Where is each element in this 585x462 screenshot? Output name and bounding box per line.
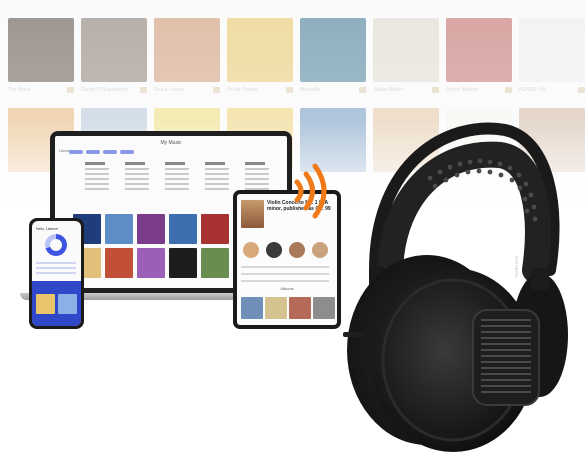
laptop-album-cover: [105, 214, 133, 244]
track-row: [241, 266, 329, 268]
laptop-album-cover: [169, 214, 197, 244]
laptop-album-cover: [137, 248, 165, 278]
artist-avatar: [243, 242, 259, 258]
track-row: [241, 273, 329, 275]
laptop-window-title: My Music: [160, 140, 182, 146]
phone-header: Hello, Listener: [36, 227, 59, 231]
laptop-album-cover: [137, 214, 165, 244]
filter-chip: [86, 150, 100, 154]
tablet-section-label: Albums: [280, 286, 294, 291]
phone: Hello, Listener: [29, 218, 84, 329]
laptop-filter-chips: [69, 150, 134, 154]
artist-avatar: [266, 242, 282, 258]
album-thumb: [265, 297, 287, 319]
laptop-album-cover: [201, 214, 229, 244]
tablet-hero-image: [241, 200, 264, 228]
artist-avatar: [312, 242, 328, 258]
laptop-album-cover: [169, 248, 197, 278]
filter-chip: [120, 150, 134, 154]
laptop-album-cover: [201, 248, 229, 278]
laptop-browse-columns: [85, 162, 275, 193]
track-row: [241, 280, 329, 282]
phone-album-card: [36, 294, 55, 314]
phone-donut-chart: [45, 234, 67, 256]
album-thumb: [289, 297, 311, 319]
phone-legend: [36, 262, 76, 277]
brand-wordmark: HIFIMAN: [514, 256, 519, 278]
artist-avatar: [289, 242, 305, 258]
phone-display: Hello, Listener: [32, 221, 81, 326]
album-thumb: [241, 297, 263, 319]
browse-column: [245, 162, 275, 193]
browse-column: [85, 162, 115, 193]
phone-album-card: [58, 294, 77, 314]
filter-chip: [69, 150, 83, 154]
browse-column: [205, 162, 235, 193]
headphones: [343, 122, 568, 452]
browse-column: [125, 162, 155, 193]
stream-waves-icon: [294, 163, 327, 219]
filter-chip: [103, 150, 117, 154]
album-thumb: [313, 297, 335, 319]
browse-column: [165, 162, 195, 193]
laptop-album-cover: [105, 248, 133, 278]
